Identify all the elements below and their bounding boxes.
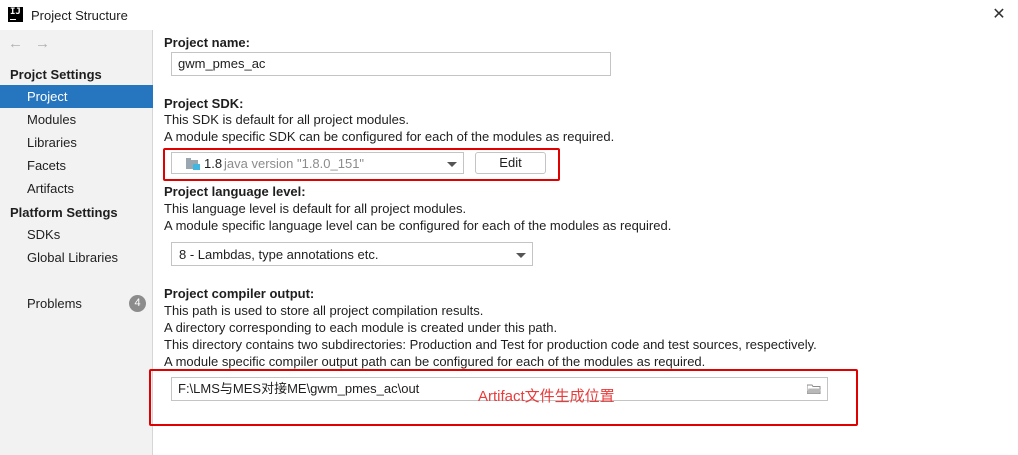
compiler-output-desc-1: This path is used to store all project c… [164, 303, 484, 318]
project-sdk-label: Project SDK: [164, 96, 244, 111]
sidebar-item-modules[interactable]: Modules [0, 108, 153, 131]
sidebar-item-label: Modules [27, 112, 77, 127]
sidebar-item-artifacts[interactable]: Artifacts [0, 177, 153, 200]
chevron-down-icon [516, 253, 526, 258]
sidebar-item-libraries[interactable]: Libraries [0, 131, 153, 154]
main-panel: Project name: gwm_pmes_ac Project SDK: T… [149, 30, 1018, 455]
project-name-label: Project name: [164, 35, 250, 50]
problems-count-badge: 4 [129, 295, 146, 312]
compiler-output-desc-3: This directory contains two subdirectori… [164, 337, 817, 352]
language-level-desc-1: This language level is default for all p… [164, 201, 467, 216]
sidebar-item-label: SDKs [27, 227, 61, 242]
sidebar-item-project[interactable]: Project [0, 85, 153, 108]
sidebar-item-problems[interactable]: Problems 4 [0, 292, 153, 315]
close-icon[interactable]: ✕ [990, 6, 1008, 24]
window-title: Project Structure [31, 8, 128, 23]
forward-arrow-icon[interactable]: → [35, 35, 50, 52]
back-arrow-icon[interactable]: ← [8, 35, 23, 52]
nav-arrows: ← → [8, 35, 50, 52]
project-name-input[interactable]: gwm_pmes_ac [171, 52, 611, 76]
sidebar-item-label: Global Libraries [27, 250, 119, 265]
compiler-output-desc-2: A directory corresponding to each module… [164, 320, 558, 335]
language-level-dropdown[interactable]: 8 - Lambdas, type annotations etc. [171, 242, 533, 266]
sidebar-item-label: Facets [27, 158, 67, 173]
sidebar-item-facets[interactable]: Facets [0, 154, 153, 177]
platform-settings-heading: Platform Settings [10, 205, 118, 220]
compiler-output-desc-4: A module specific compiler output path c… [164, 354, 706, 369]
sidebar-item-label: Libraries [27, 135, 77, 150]
sidebar-item-label: Problems [27, 296, 82, 311]
sidebar-item-label: Project [27, 89, 68, 104]
language-level-value: 8 - Lambdas, type annotations etc. [179, 247, 379, 262]
project-sdk-desc-2: A module specific SDK can be configured … [164, 129, 615, 144]
sdk-highlight-box [163, 148, 560, 181]
output-highlight-box [149, 369, 858, 426]
language-level-desc-2: A module specific language level can be … [164, 218, 672, 233]
sidebar: ← → Projct Settings Project Modules Libr… [0, 30, 153, 455]
sidebar-item-sdks[interactable]: SDKs [0, 223, 153, 246]
title-bar: IJ Project Structure ✕ [0, 0, 1018, 30]
project-settings-heading: Projct Settings [10, 67, 102, 82]
language-level-label: Project language level: [164, 184, 306, 199]
intellij-app-icon: IJ [8, 7, 23, 22]
compiler-output-label: Project compiler output: [164, 286, 315, 301]
project-sdk-desc-1: This SDK is default for all project modu… [164, 112, 409, 127]
sidebar-item-label: Artifacts [27, 181, 74, 196]
sidebar-item-global-libraries[interactable]: Global Libraries [0, 246, 153, 269]
